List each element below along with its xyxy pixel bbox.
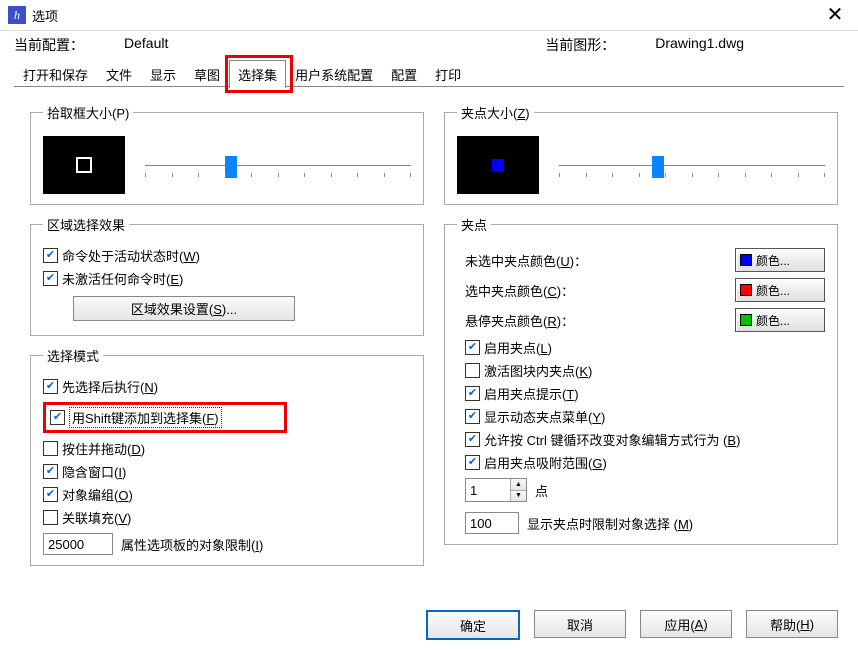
cancel-button[interactable]: 取消 bbox=[534, 610, 626, 638]
chk-shift-add[interactable] bbox=[50, 410, 65, 425]
grip-snap-input[interactable] bbox=[466, 479, 510, 501]
chk-active-cmd-label: 命令处于活动状态时(W) bbox=[62, 246, 200, 265]
hover-grip-color-label: 悬停夹点颜色(R)： bbox=[465, 311, 735, 330]
current-profile-label: 当前配置： bbox=[14, 35, 84, 55]
tab-open-save[interactable]: 打开和保存 bbox=[14, 60, 97, 88]
tab-selection[interactable]: 选择集 bbox=[229, 60, 286, 88]
tab-strip: 打开和保存 文件 显示 草图 选择集 用户系统配置 配置 打印 bbox=[0, 59, 858, 87]
group-pickbox-size: 拾取框大小(P) bbox=[30, 103, 424, 205]
chk-dynamic-grip-menu-label: 显示动态夹点菜单(Y) bbox=[484, 407, 605, 426]
grip-size-slider[interactable] bbox=[559, 155, 825, 175]
grips-legend: 夹点 bbox=[457, 215, 491, 234]
grip-limit-input[interactable] bbox=[465, 512, 519, 534]
chk-grip-tips-label: 启用夹点提示(T) bbox=[484, 384, 579, 403]
highlight-marker-shift: 用Shift键添加到选择集(F) bbox=[43, 402, 287, 433]
chk-enable-grips-label: 启用夹点(L) bbox=[484, 338, 552, 357]
selected-grip-color-label: 选中夹点颜色(C)： bbox=[465, 281, 735, 300]
spin-down-icon[interactable]: ▼ bbox=[510, 491, 526, 502]
chk-press-drag-label: 按住并拖动(D) bbox=[62, 439, 145, 458]
chk-noun-verb[interactable] bbox=[43, 379, 58, 394]
group-selection-mode: 选择模式 先选择后执行(N) 用Shift键添加到选择集(F) 按住并拖动(D)… bbox=[30, 346, 424, 566]
chk-enable-grips[interactable] bbox=[465, 340, 480, 355]
ok-button[interactable]: 确定 bbox=[426, 610, 520, 640]
tab-files[interactable]: 文件 bbox=[97, 60, 141, 88]
pickbox-legend: 拾取框大小(P) bbox=[43, 103, 133, 122]
chk-grip-tips[interactable] bbox=[465, 386, 480, 401]
close-button[interactable]: ✕ bbox=[820, 0, 850, 30]
selection-effects-legend: 区域选择效果 bbox=[43, 215, 129, 234]
tab-user-pref[interactable]: 用户系统配置 bbox=[286, 60, 382, 88]
chk-assoc-hatch-label: 关联填充(V) bbox=[62, 508, 131, 527]
selection-mode-legend: 选择模式 bbox=[43, 346, 103, 365]
unselected-grip-color-label: 未选中夹点颜色(U)： bbox=[465, 251, 735, 270]
tab-profiles[interactable]: 配置 bbox=[382, 60, 426, 88]
chk-press-drag[interactable] bbox=[43, 441, 58, 456]
tab-sketch[interactable]: 草图 bbox=[185, 60, 229, 88]
tab-display[interactable]: 显示 bbox=[141, 60, 185, 88]
current-profile-value: Default bbox=[124, 35, 168, 55]
grip-snap-unit-label: 点 bbox=[535, 481, 548, 500]
chk-dynamic-grip-menu[interactable] bbox=[465, 409, 480, 424]
grip-preview bbox=[457, 136, 539, 194]
area-effect-settings-button[interactable]: 区域效果设置(S)... bbox=[73, 296, 295, 321]
chk-ctrl-cycle[interactable] bbox=[465, 432, 480, 447]
hover-grip-color-button[interactable]: 颜色... bbox=[735, 308, 825, 332]
tab-plot[interactable]: 打印 bbox=[426, 60, 470, 88]
current-drawing-value: Drawing1.dwg bbox=[655, 35, 744, 55]
info-line: 当前配置： Default 当前图形： Drawing1.dwg bbox=[0, 31, 858, 59]
chk-block-grips-label: 激活图块内夹点(K) bbox=[484, 361, 592, 380]
chk-noun-verb-label: 先选择后执行(N) bbox=[62, 377, 158, 396]
chk-object-group[interactable] bbox=[43, 487, 58, 502]
title-bar: h 选项 ✕ bbox=[0, 0, 858, 31]
grip-limit-label: 显示夹点时限制对象选择 (M) bbox=[527, 514, 693, 533]
chk-no-cmd[interactable] bbox=[43, 271, 58, 286]
grip-size-legend: 夹点大小(Z) bbox=[457, 103, 534, 122]
dialog-footer: 确定 取消 应用(A) 帮助(H) bbox=[426, 610, 838, 640]
chk-grip-snap-range[interactable] bbox=[465, 455, 480, 470]
group-grips: 夹点 未选中夹点颜色(U)： 颜色... 选中夹点颜色(C)： 颜色... 悬停… bbox=[444, 215, 838, 545]
chk-no-cmd-label: 未激活任何命令时(E) bbox=[62, 269, 183, 288]
chk-block-grips[interactable] bbox=[465, 363, 480, 378]
selected-grip-color-button[interactable]: 颜色... bbox=[735, 278, 825, 302]
color-button-text: 颜色... bbox=[756, 252, 820, 269]
unselected-grip-color-button[interactable]: 颜色... bbox=[735, 248, 825, 272]
spin-up-icon[interactable]: ▲ bbox=[510, 479, 526, 491]
chk-implied-window-label: 隐含窗口(I) bbox=[62, 462, 126, 481]
prop-palette-limit-input[interactable] bbox=[43, 533, 113, 555]
group-selection-effects: 区域选择效果 命令处于活动状态时(W) 未激活任何命令时(E) 区域效果设置(S… bbox=[30, 215, 424, 336]
chk-shift-add-label: 用Shift键添加到选择集(F) bbox=[69, 407, 222, 428]
chk-active-cmd[interactable] bbox=[43, 248, 58, 263]
grip-snap-spinbox[interactable]: ▲ ▼ bbox=[465, 478, 527, 502]
group-grip-size: 夹点大小(Z) bbox=[444, 103, 838, 205]
prop-palette-limit-label: 属性选项板的对象限制(I) bbox=[121, 535, 263, 554]
app-icon: h bbox=[8, 6, 26, 24]
chk-ctrl-cycle-label: 允许按 Ctrl 键循环改变对象编辑方式行为 (B) bbox=[484, 430, 740, 449]
color-swatch-icon bbox=[740, 254, 752, 266]
chk-assoc-hatch[interactable] bbox=[43, 510, 58, 525]
chk-implied-window[interactable] bbox=[43, 464, 58, 479]
color-swatch-icon bbox=[740, 284, 752, 296]
chk-object-group-label: 对象编组(O) bbox=[62, 485, 133, 504]
window-title: 选项 bbox=[32, 6, 820, 25]
pickbox-slider[interactable] bbox=[145, 155, 411, 175]
grip-shape bbox=[492, 159, 504, 171]
pickbox-preview bbox=[43, 136, 125, 194]
color-swatch-icon bbox=[740, 314, 752, 326]
chk-grip-snap-range-label: 启用夹点吸附范围(G) bbox=[484, 453, 607, 472]
help-button[interactable]: 帮助(H) bbox=[746, 610, 838, 638]
current-drawing-label: 当前图形： bbox=[545, 35, 615, 55]
apply-button[interactable]: 应用(A) bbox=[640, 610, 732, 638]
pickbox-shape bbox=[76, 157, 92, 173]
